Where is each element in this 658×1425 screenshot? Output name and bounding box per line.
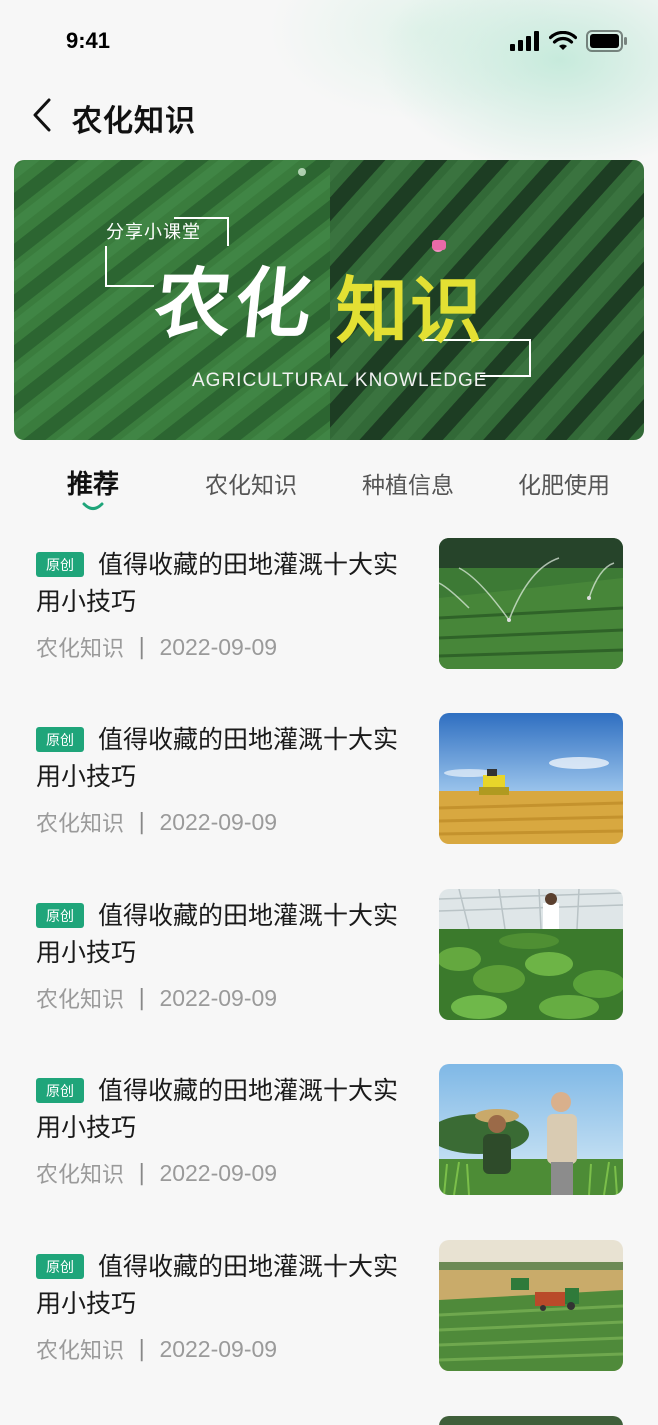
banner-background-image [14, 160, 644, 440]
article-meta: 农化知识 | 2022-09-09 [36, 982, 277, 1014]
article-meta: 农化知识 | 2022-09-09 [36, 631, 277, 663]
article-category: 农化知识 [36, 637, 125, 662]
article-meta: 农化知识 | 2022-09-09 [36, 806, 277, 838]
article-category: 农化知识 [36, 1339, 125, 1364]
article-item[interactable]: 原创 值得收藏的田地灌溉十大实用小技巧 农化知识 | 2022-09-09 [0, 713, 658, 863]
wifi-icon [549, 30, 577, 50]
tab-recommend[interactable]: 推荐 [28, 464, 158, 501]
back-button[interactable] [24, 94, 60, 136]
article-title: 值得收藏的田地灌溉十大实用小技巧 [36, 725, 399, 791]
article-meta: 农化知识 | 2022-09-09 [36, 1333, 277, 1365]
greenhouse-spinach-image [439, 889, 623, 1020]
meta-separator: | [138, 634, 146, 660]
tab-agrochemical-knowledge[interactable]: 农化知识 [186, 466, 316, 500]
article-date: 2022-09-09 [159, 808, 278, 835]
wheat-harvester-image [439, 713, 623, 844]
page-title: 农化知识 [72, 104, 196, 139]
next-article-image-peek [439, 1416, 623, 1425]
banner-title-left: 农化 [150, 259, 320, 348]
article-date: 2022-09-09 [159, 1159, 278, 1186]
article-meta: 农化知识 | 2022-09-09 [36, 1157, 277, 1189]
active-tab-indicator [82, 502, 104, 510]
banner-english-title: AGRICULTURAL KNOWLEDGE [192, 370, 488, 391]
irrigation-field-image [439, 538, 623, 669]
category-tabs: 推荐 农化知识 种植信息 化肥使用 [0, 462, 658, 518]
status-bar: 9:41 [0, 0, 658, 84]
article-date: 2022-09-09 [159, 633, 278, 660]
article-item[interactable]: 原创 值得收藏的田地灌溉十大实用小技巧 农化知识 | 2022-09-09 [0, 889, 658, 1039]
banner-subtitle: 分享小课堂 [106, 222, 201, 243]
article-title: 值得收藏的田地灌溉十大实用小技巧 [36, 1252, 399, 1318]
article-title: 值得收藏的田地灌溉十大实用小技巧 [36, 901, 399, 967]
status-icons [510, 30, 628, 52]
tractor-harvest-image [439, 1240, 623, 1371]
banner[interactable]: 分享小课堂 农化 知识 AGRICULTURAL KNOWLEDGE [14, 160, 644, 440]
article-category: 农化知识 [36, 812, 125, 837]
article-item[interactable]: 原创 值得收藏的田地灌溉十大实用小技巧 农化知识 | 2022-09-09 [0, 1064, 658, 1214]
article-item[interactable]: 原创 值得收藏的田地灌溉十大实用小技巧 农化知识 | 2022-09-09 [0, 1240, 658, 1390]
signal-icon [510, 31, 539, 51]
tab-fertilizer-use[interactable]: 化肥使用 [499, 466, 629, 500]
article-item[interactable]: 原创 值得收藏的田地灌溉十大实用小技巧 农化知识 | 2022-09-09 [0, 538, 658, 688]
meta-separator: | [138, 1160, 146, 1186]
farmers-field-image [439, 1064, 623, 1195]
chevron-left-icon [33, 98, 51, 132]
meta-separator: | [138, 809, 146, 835]
article-date: 2022-09-09 [159, 1335, 278, 1362]
article-title: 值得收藏的田地灌溉十大实用小技巧 [36, 550, 399, 616]
article-category: 农化知识 [36, 988, 125, 1013]
tab-planting-info[interactable]: 种植信息 [343, 466, 473, 500]
article-category: 农化知识 [36, 1163, 125, 1188]
battery-icon [586, 30, 627, 52]
status-time: 9:41 [66, 28, 111, 53]
article-title: 值得收藏的田地灌溉十大实用小技巧 [36, 1076, 399, 1142]
meta-separator: | [138, 985, 146, 1011]
article-date: 2022-09-09 [159, 984, 278, 1011]
banner-title-right: 知识 [336, 269, 485, 353]
nav-bar: 农化知识 [0, 84, 658, 146]
meta-separator: | [138, 1336, 146, 1362]
